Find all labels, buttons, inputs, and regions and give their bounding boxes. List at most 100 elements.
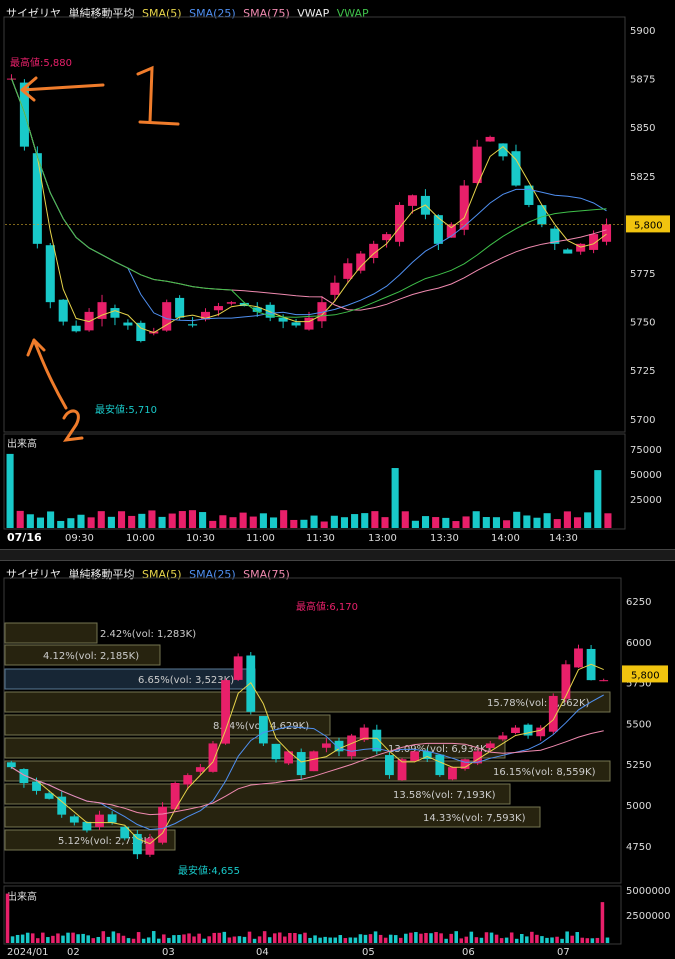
daily-candle	[309, 751, 319, 772]
daily-candle	[95, 814, 104, 828]
daily-chart-panel: サイゼリヤ 単純移動平均 SMA(5) SMA(25) SMA(75) 6250…	[0, 561, 675, 959]
time-tick-label: 13:30	[430, 533, 459, 544]
volume-profile-label: 4.12%(vol: 2,185K)	[43, 651, 139, 662]
arrow-2	[26, 338, 68, 410]
intraday-volume-bar	[209, 520, 217, 528]
daily-volume-bar	[272, 933, 277, 943]
intraday-volume-bar	[452, 521, 460, 528]
daily-candle	[385, 755, 394, 776]
daily-volume-bar	[25, 932, 30, 943]
daily-volume-bar	[303, 932, 307, 943]
daily-plot: 62506000575055005250500047502.42%(vol: 1…	[3, 577, 671, 958]
daily-volume-bar	[313, 935, 317, 943]
daily-volume-bar	[479, 937, 484, 943]
daily-volume-bar	[288, 932, 292, 943]
intraday-volume-bar	[16, 510, 24, 528]
daily-volume-bar	[20, 934, 25, 943]
intraday-volume-bar	[158, 516, 166, 528]
daily-volume-bar	[459, 938, 464, 943]
daily-candle	[6, 762, 16, 768]
intraday-chart-panel: サイゼリヤ 単純移動平均 SMA(5) SMA(25) SMA(75) VWAP…	[0, 0, 675, 549]
intraday-volume-bar	[138, 513, 146, 528]
sma5-line	[11, 78, 607, 334]
daily-volume-bar	[378, 934, 383, 943]
annotation-1-number	[136, 65, 180, 126]
intraday-volume-bar	[421, 516, 430, 528]
daily-current-price-label: 5,800	[631, 670, 660, 681]
daily-volume-bar	[494, 934, 499, 943]
intraday-volume-bar	[563, 511, 571, 528]
volume-profile-label: 6.65%(vol: 3,523K)	[138, 675, 234, 686]
intraday-candle	[58, 299, 68, 322]
daily-volume-bar	[267, 937, 272, 943]
daily-volume-bar	[101, 931, 106, 943]
daily-volume-bar	[318, 937, 322, 943]
daily-volume-bar	[36, 938, 40, 943]
daily-volume-bar	[363, 934, 368, 943]
daily-x-tick-label: 07	[557, 947, 570, 958]
low-price-label: 最安値:5,710	[95, 403, 157, 416]
intraday-volume-bar	[340, 517, 349, 528]
intraday-volume-bar	[168, 513, 176, 528]
intraday-volume-bar	[269, 517, 278, 528]
daily-volume-bar	[328, 937, 332, 943]
daily-volume-bar	[414, 932, 418, 943]
daily-volume-bar	[399, 937, 403, 943]
daily-volume-bar	[358, 934, 363, 943]
daily-price-tick-label: 5500	[626, 719, 651, 730]
panel-separator	[0, 549, 675, 561]
intraday-volume-bar	[300, 519, 308, 528]
sma25-line	[11, 78, 607, 322]
intraday-volume-bar	[97, 511, 105, 528]
intraday-volume-bar	[513, 511, 521, 528]
daily-volume-bar	[131, 938, 136, 943]
daily-candle	[511, 727, 520, 734]
daily-candle	[170, 782, 180, 810]
daily-volume-bar	[535, 934, 539, 943]
daily-volume-bar	[489, 932, 494, 943]
intraday-candle	[291, 322, 301, 326]
daily-volume-bar	[162, 934, 166, 943]
intraday-volume-bar	[482, 517, 490, 528]
daily-volume-bar	[237, 936, 242, 943]
intraday-volume-bar	[107, 516, 115, 528]
time-tick-label: 10:30	[186, 533, 215, 544]
intraday-volume-bar	[229, 517, 237, 528]
daily-volume-bar	[308, 937, 312, 943]
volume-profile-label: 14.33%(vol: 7,593K)	[423, 813, 526, 824]
daily-volume-bar	[91, 938, 95, 943]
daily-candle	[221, 680, 230, 744]
volume-profile-label: 16.15%(vol: 8,559K)	[493, 767, 596, 778]
daily-volume-bar	[192, 936, 196, 943]
daily-volume-bar	[5, 893, 10, 943]
intraday-candle	[485, 136, 495, 142]
daily-volume-bar	[469, 931, 474, 943]
daily-candle	[321, 743, 331, 748]
intraday-volume-bar	[503, 520, 511, 528]
daily-volume-tick-label: 5000000	[626, 886, 671, 897]
intraday-candle	[330, 282, 340, 295]
intraday-volume-bar	[573, 517, 582, 528]
intraday-volume-bar	[36, 517, 45, 528]
daily-volume-bar	[242, 936, 247, 943]
daily-volume-bar	[343, 938, 348, 943]
daily-volume-bar	[116, 933, 121, 943]
daily-volume-bar	[202, 938, 206, 943]
daily-candle	[132, 833, 142, 855]
intraday-volume-bar	[543, 513, 551, 528]
daily-volume-bar	[504, 937, 509, 943]
daily-price-tick-label: 5000	[626, 801, 651, 812]
intraday-candle	[175, 297, 185, 318]
intraday-volume-bar	[330, 515, 338, 528]
intraday-volume-bar	[87, 517, 95, 528]
intraday-volume-bar	[47, 511, 55, 528]
price-tick-label: 5850	[630, 123, 655, 134]
intraday-volume-bar	[381, 517, 389, 528]
daily-volume-tick-label: 2500000	[626, 911, 671, 922]
time-tick-label: 11:00	[246, 533, 275, 544]
intraday-volume-bar	[290, 519, 298, 528]
daily-candle	[599, 680, 609, 682]
intraday-volume-bar	[188, 510, 197, 528]
daily-volume-bar	[419, 933, 423, 943]
daily-candle	[158, 806, 167, 843]
